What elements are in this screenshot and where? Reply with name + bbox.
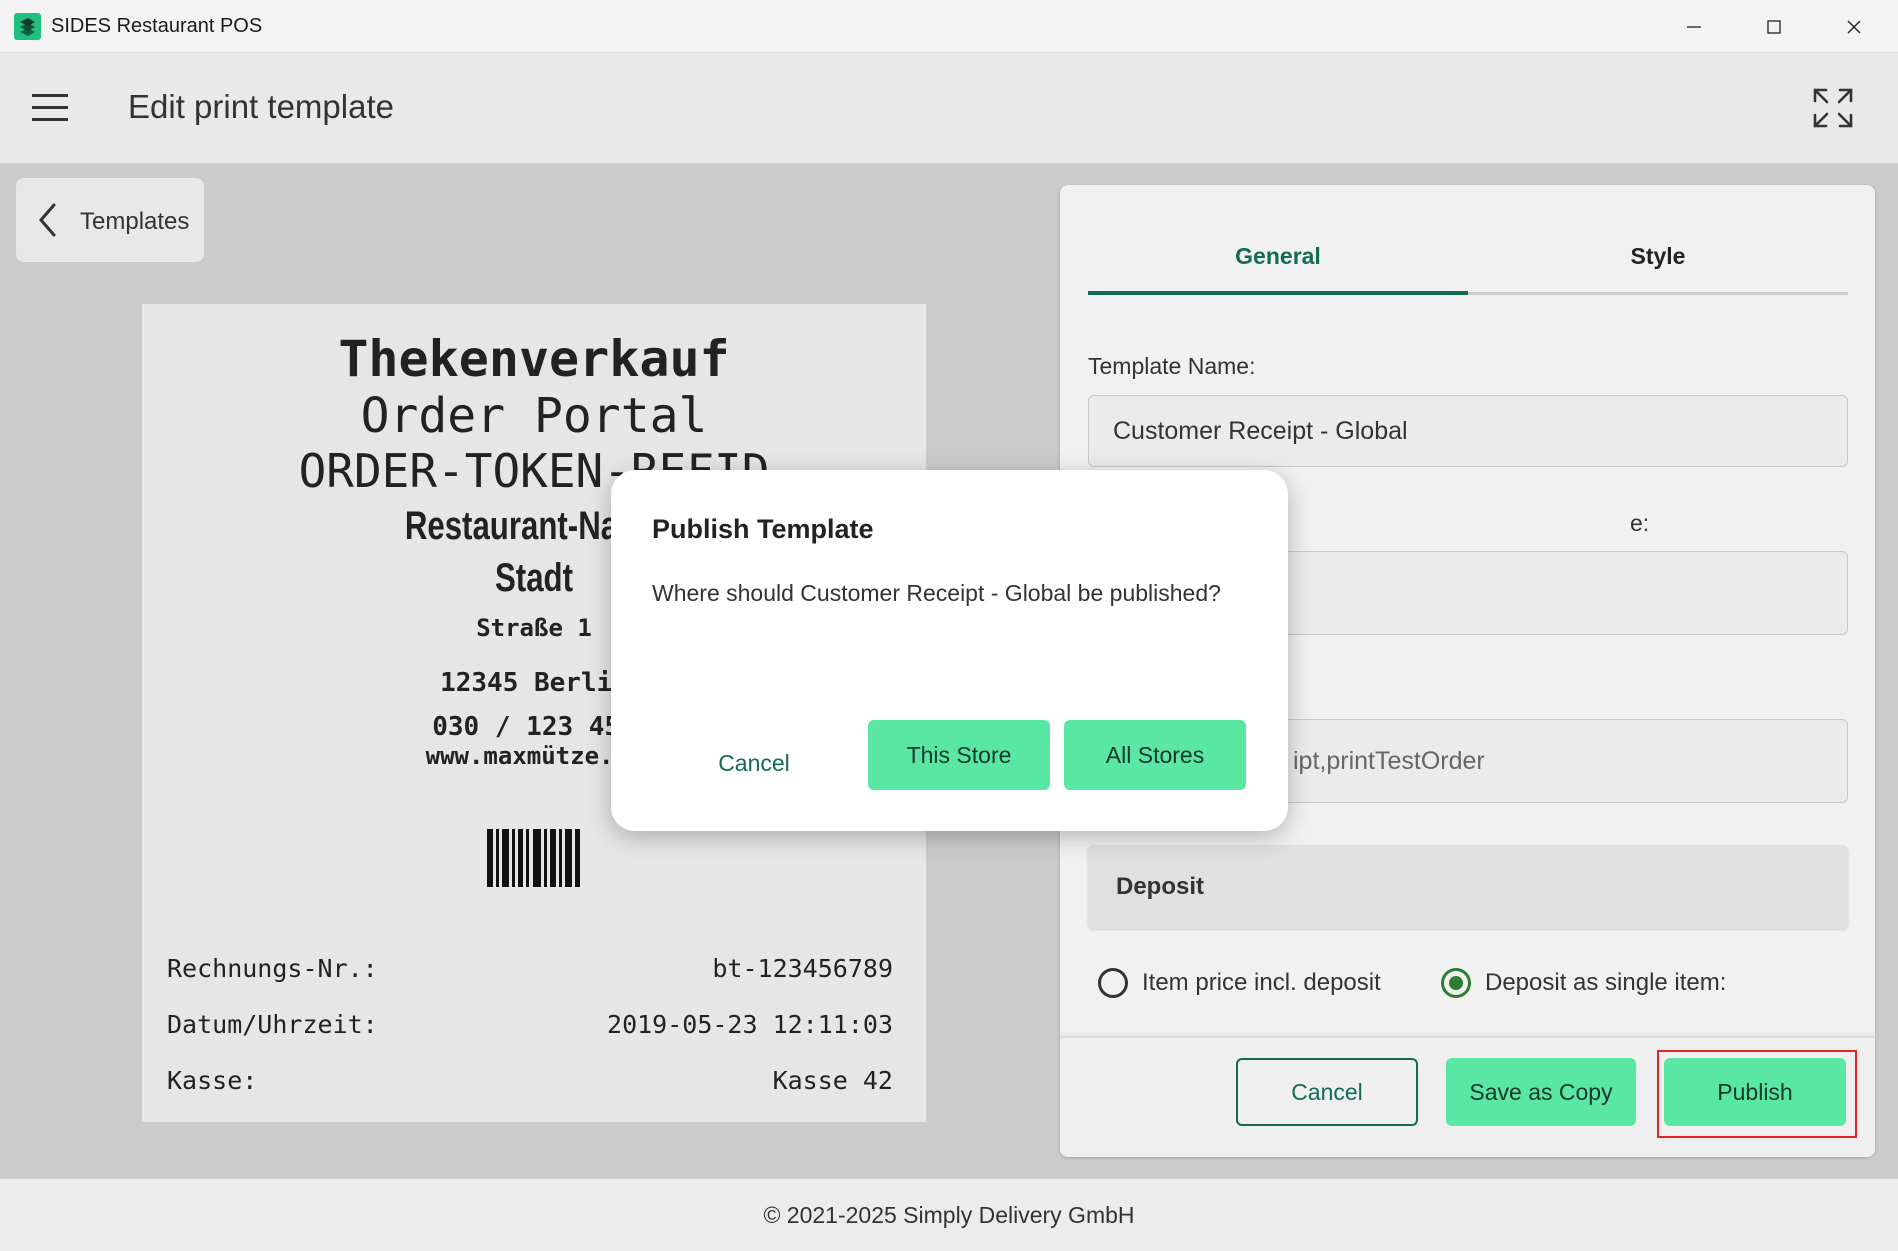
field2-label: e: bbox=[1630, 510, 1650, 536]
close-button[interactable] bbox=[1814, 0, 1894, 53]
publish-template-dialog: Publish Template Where should Customer R… bbox=[611, 470, 1288, 831]
template-name-label: Template Name: bbox=[1088, 353, 1256, 379]
tab-active-indicator bbox=[1088, 291, 1468, 295]
template-name-value: Customer Receipt - Global bbox=[1113, 416, 1408, 445]
deposit-section-title: Deposit bbox=[1116, 873, 1205, 900]
app-logo-icon bbox=[14, 13, 41, 40]
receipt-row-label: Datum/Uhrzeit: bbox=[167, 1010, 378, 1039]
radio-unchecked-icon bbox=[1098, 968, 1128, 998]
tab-style[interactable]: Style bbox=[1468, 243, 1848, 270]
window-title: SIDES Restaurant POS bbox=[51, 15, 263, 37]
deposit-section-header[interactable]: Deposit bbox=[1088, 845, 1848, 929]
radio-deposit-single-item[interactable]: Deposit as single item: bbox=[1441, 968, 1726, 998]
radio-item-price-incl-deposit[interactable]: Item price incl. deposit bbox=[1098, 968, 1381, 998]
back-to-templates-button[interactable]: Templates bbox=[16, 178, 204, 262]
barcode-image bbox=[487, 829, 580, 887]
radio-label: Deposit as single item: bbox=[1485, 969, 1727, 996]
tab-general[interactable]: General bbox=[1088, 243, 1468, 270]
panel-action-bar: Cancel Save as Copy Publish bbox=[1060, 1037, 1875, 1157]
receipt-line-1: Thekenverkauf bbox=[338, 330, 730, 388]
window-titlebar: SIDES Restaurant POS bbox=[0, 0, 1898, 53]
receipt-row-datetime: Datum/Uhrzeit: 2019-05-23 12:11:03 bbox=[167, 1010, 893, 1039]
chevron-left-icon bbox=[39, 203, 56, 237]
app-header: Edit print template bbox=[0, 53, 1898, 164]
back-button-label: Templates bbox=[80, 208, 190, 235]
cancel-button[interactable]: Cancel bbox=[1236, 1058, 1418, 1126]
maximize-icon bbox=[1767, 19, 1781, 34]
minimize-icon bbox=[1687, 25, 1701, 28]
close-icon bbox=[1847, 20, 1861, 33]
template-name-input[interactable]: Customer Receipt - Global bbox=[1088, 395, 1848, 467]
dialog-cancel-button[interactable]: Cancel bbox=[691, 740, 817, 786]
fullscreen-icon[interactable] bbox=[1812, 87, 1854, 129]
maximize-button[interactable] bbox=[1734, 0, 1814, 53]
receipt-row-register: Kasse: Kasse 42 bbox=[167, 1066, 893, 1095]
this-store-button[interactable]: This Store bbox=[868, 720, 1050, 790]
publish-button[interactable]: Publish bbox=[1664, 1058, 1846, 1126]
receipt-row-value: 2019-05-23 12:11:03 bbox=[607, 1010, 893, 1039]
hamburger-menu-icon[interactable] bbox=[30, 89, 72, 127]
receipt-row-value: Kasse 42 bbox=[772, 1066, 893, 1095]
minimize-button[interactable] bbox=[1654, 0, 1734, 53]
receipt-line-2: Order Portal bbox=[360, 388, 708, 444]
receipt-row-label: Rechnungs-Nr.: bbox=[167, 954, 378, 983]
receipt-row-value: bt-123456789 bbox=[712, 954, 893, 983]
footer: © 2021-2025 Simply Delivery GmbH bbox=[0, 1178, 1898, 1251]
page-title: Edit print template bbox=[128, 88, 394, 125]
radio-label: Item price incl. deposit bbox=[1142, 969, 1381, 996]
receipt-row-invoice: Rechnungs-Nr.: bt-123456789 bbox=[167, 954, 893, 983]
receipt-row-label: Kasse: bbox=[167, 1066, 258, 1095]
all-stores-button[interactable]: All Stores bbox=[1064, 720, 1246, 790]
copyright-text: © 2021-2025 Simply Delivery GmbH bbox=[763, 1201, 1135, 1228]
dialog-title: Publish Template bbox=[652, 514, 874, 544]
save-as-copy-button[interactable]: Save as Copy bbox=[1446, 1058, 1636, 1126]
radio-checked-icon bbox=[1441, 968, 1471, 998]
dialog-message: Where should Customer Receipt - Global b… bbox=[652, 580, 1221, 606]
